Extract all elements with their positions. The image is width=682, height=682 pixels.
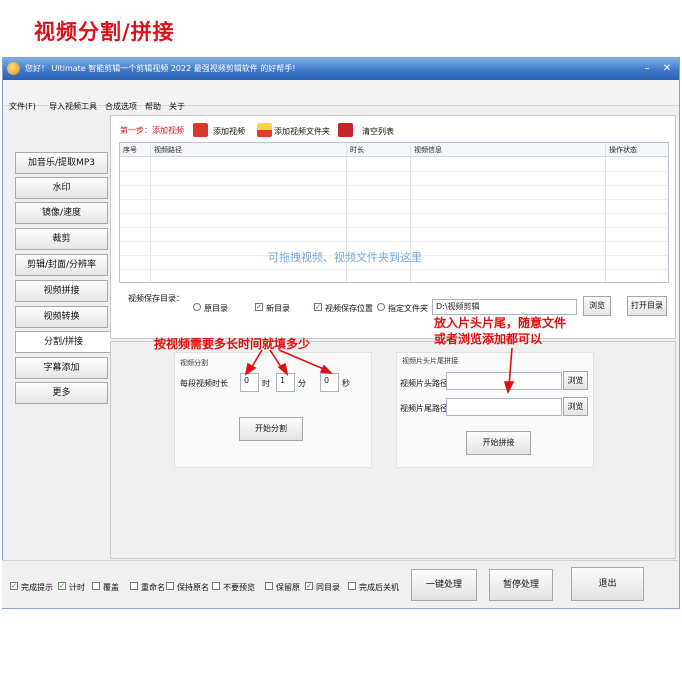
check-overwrite-label: 覆盖 [103,583,119,592]
check-no-preview-label: 不要预览 [223,583,255,592]
check-rename-label: 重命名 [141,583,165,592]
one-key-process-button[interactable]: 一键处理 [411,569,477,601]
check-timer-label: 计时 [69,583,85,592]
exit-button[interactable]: 退出 [571,567,644,601]
check-no-preview[interactable] [212,582,220,590]
check-keep-name[interactable] [166,582,174,590]
check-timer[interactable]: ✓ [58,582,66,590]
check-keep-original-label: 保留原 [276,583,300,592]
check-overwrite[interactable] [92,582,100,590]
check-same-dir-label: 同目录 [316,583,340,592]
pause-process-button[interactable]: 暂停处理 [489,569,553,601]
check-complete-notice[interactable]: ✓ [10,582,18,590]
check-complete-notice-label: 完成提示 [21,583,53,592]
check-keep-original[interactable] [265,582,273,590]
check-shutdown-label: 完成后关机 [359,583,399,592]
check-shutdown[interactable] [348,582,356,590]
check-rename[interactable] [130,582,138,590]
check-same-dir[interactable]: ✓ [305,582,313,590]
check-keep-name-label: 保持原名 [177,583,209,592]
